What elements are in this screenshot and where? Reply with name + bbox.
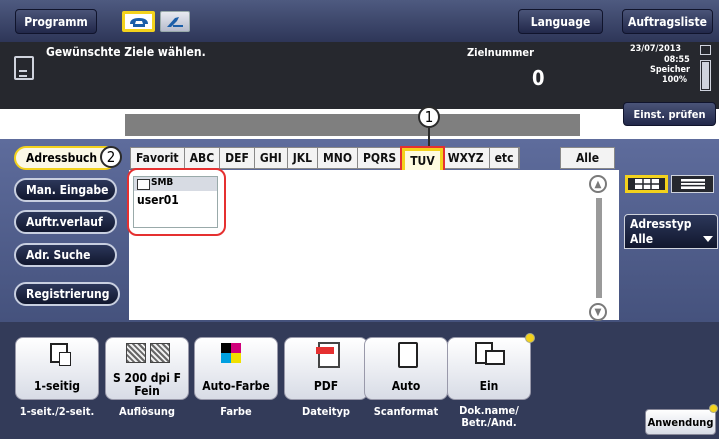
grid-icon xyxy=(634,179,659,189)
sidebar-item-adr-suche[interactable]: Adr. Suche xyxy=(14,243,117,267)
list-icon xyxy=(680,179,705,189)
resolution-icon xyxy=(116,343,180,363)
programm-button[interactable]: Programm xyxy=(15,9,97,34)
callout-marker-1: 1 xyxy=(418,106,440,128)
resolution-setting-tile[interactable]: S 200 dpi F Fein xyxy=(105,337,189,400)
fax-mode-button[interactable] xyxy=(122,11,155,32)
tab-abc[interactable]: ABC xyxy=(185,148,221,168)
tab-ghi[interactable]: GHI xyxy=(255,148,288,168)
duplex-setting-tile[interactable]: 1-seitig xyxy=(15,337,99,400)
speicher-label: Speicher xyxy=(650,65,690,75)
memory-gauge xyxy=(700,60,711,91)
index-tabs: Favorit ABC DEF GHI JKL MNO PQRS TUV WXY… xyxy=(130,146,521,176)
color-value: Auto-Farbe xyxy=(202,379,270,393)
color-caption: Farbe xyxy=(220,405,252,418)
anwendung-button[interactable]: Anwendung xyxy=(645,409,716,435)
job-status-icon xyxy=(700,45,711,55)
pdf-icon xyxy=(316,342,340,368)
filetype-caption: Dateityp xyxy=(302,405,350,418)
color-icon xyxy=(221,343,251,363)
destination-strip xyxy=(125,114,580,136)
onhook-button[interactable] xyxy=(160,11,190,32)
color-setting-tile[interactable]: Auto-Farbe xyxy=(194,337,278,400)
mail-doc-icon xyxy=(475,342,505,365)
scanformat-setting-tile[interactable]: Auto xyxy=(364,337,448,400)
callout-marker-2: 2 xyxy=(100,146,122,168)
grid-view-button[interactable] xyxy=(625,175,668,193)
tab-pqrs[interactable]: PQRS xyxy=(358,148,403,168)
language-button[interactable]: Language xyxy=(518,9,603,34)
tab-jkl[interactable]: JKL xyxy=(288,148,319,168)
notification-dot xyxy=(525,333,535,343)
time-text: 08:55 xyxy=(664,55,690,65)
tab-etc[interactable]: etc xyxy=(490,148,520,168)
docname-value: Ein xyxy=(479,379,499,393)
duplex-icon xyxy=(50,343,71,366)
instruction-text: Gewünschte Ziele wählen. xyxy=(46,45,206,59)
resolution-value: S 200 dpi F Fein xyxy=(112,371,182,398)
destination-icon xyxy=(14,56,34,80)
tab-alle[interactable]: Alle xyxy=(560,147,615,169)
filetype-setting-tile[interactable]: PDF xyxy=(284,337,368,400)
tab-def[interactable]: DEF xyxy=(220,148,255,168)
list-view-button[interactable] xyxy=(671,175,714,193)
top-bar xyxy=(0,0,719,42)
docname-caption: Dok.name/ Betr./And. xyxy=(459,404,519,429)
tab-mno[interactable]: MNO xyxy=(318,148,358,168)
scroll-up-button[interactable]: ▲ xyxy=(589,175,607,193)
phone-icon xyxy=(129,17,148,27)
chevron-down-icon xyxy=(703,236,713,242)
tab-wxyz[interactable]: WXYZ xyxy=(443,148,490,168)
einst-pruefen-button[interactable]: Einst. prüfen xyxy=(623,102,716,126)
scrollbar-track[interactable] xyxy=(596,198,602,298)
duplex-value: 1-seitig xyxy=(33,379,81,393)
handset-icon xyxy=(167,16,183,27)
auftragsliste-button[interactable]: Auftragsliste xyxy=(622,9,713,34)
docname-setting-tile[interactable]: Ein xyxy=(447,337,531,400)
sidebar-item-man-eingabe[interactable]: Man. Eingabe xyxy=(14,178,117,202)
adresstyp-label: Adresstyp xyxy=(630,217,692,231)
marker-1-leader xyxy=(428,128,430,146)
scanformat-value: Auto xyxy=(391,379,421,393)
duplex-caption: 1-seit./2-seit. xyxy=(19,405,95,418)
scroll-down-button[interactable]: ▼ xyxy=(589,303,607,321)
resolution-caption: Auflösung xyxy=(119,405,175,418)
adresstyp-value: Alle xyxy=(630,232,654,246)
speicher-value: 100% xyxy=(662,75,688,85)
filetype-value: PDF xyxy=(313,379,339,393)
tab-favorit[interactable]: Favorit xyxy=(131,148,185,168)
zielnummer-label: Zielnummer xyxy=(467,46,534,59)
adresstyp-select[interactable]: Adresstyp Alle xyxy=(624,214,718,249)
anwendung-dot xyxy=(709,404,718,413)
sidebar-item-auftr-verlauf[interactable]: Auftr.verlauf xyxy=(14,210,117,234)
page-icon xyxy=(398,342,418,368)
scanformat-caption: Scanformat xyxy=(373,405,439,418)
entry-highlight xyxy=(127,168,226,236)
sidebar-item-registrierung[interactable]: Registrierung xyxy=(14,282,120,306)
date-text: 23/07/2013 xyxy=(630,44,681,54)
zielnummer-value: 0 xyxy=(532,66,545,90)
